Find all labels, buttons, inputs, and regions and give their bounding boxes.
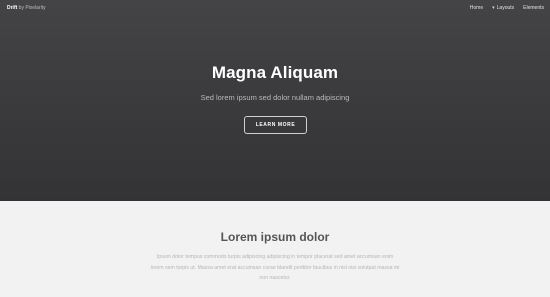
top-navigation-bar: Drift by Pixelarity Home ▾ Layouts Eleme… [0, 0, 550, 16]
nav-item-home[interactable]: Home [470, 5, 483, 11]
brand-name: Drift [7, 5, 18, 11]
site-logo[interactable]: Drift by Pixelarity [7, 5, 46, 11]
main-nav: Home ▾ Layouts Elements [470, 5, 544, 11]
learn-more-button[interactable]: LEARN MORE [244, 116, 307, 134]
nav-item-elements[interactable]: Elements [523, 5, 544, 11]
chevron-down-icon: ▾ [492, 4, 495, 11]
nav-item-label: Home [469, 5, 484, 11]
brand-byline: by Pixelarity [18, 5, 46, 11]
nav-item-layouts[interactable]: ▾ Layouts [492, 5, 514, 11]
section-title: Lorem ipsum dolor [220, 230, 330, 244]
section-paragraph: Ipsum dolor tempus commodo turpis adipis… [150, 254, 400, 281]
hero-title: Magna Aliquam [211, 63, 339, 82]
nav-item-label: Elements [523, 5, 544, 11]
hero-subtitle: Sed lorem ipsum sed dolor nullam adipisc… [200, 93, 350, 102]
intro-section: Lorem ipsum dolor Ipsum dolor tempus com… [0, 201, 550, 297]
hero-banner: Drift by Pixelarity Home ▾ Layouts Eleme… [0, 0, 550, 201]
nav-item-label: Layouts [496, 5, 515, 11]
